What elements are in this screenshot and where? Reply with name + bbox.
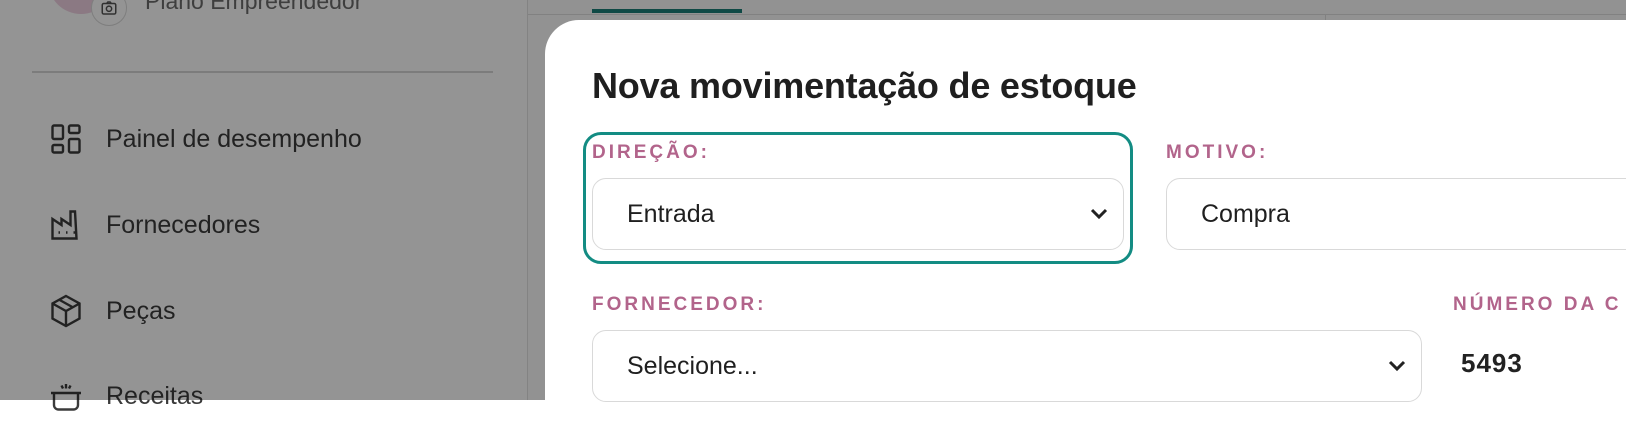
supplier-placeholder: Selecione... — [627, 351, 758, 380]
direction-label: DIREÇÃO: — [592, 142, 710, 163]
invoice-number-label: NÚMERO DA C — [1453, 294, 1622, 315]
supplier-label: FORNECEDOR: — [592, 294, 767, 315]
reason-label: MOTIVO: — [1166, 142, 1269, 163]
reason-select[interactable]: Compra — [1166, 178, 1626, 250]
chevron-down-icon — [1388, 360, 1406, 372]
supplier-select[interactable]: Selecione... — [592, 330, 1422, 402]
invoice-number-input[interactable]: 5493 — [1461, 348, 1523, 379]
reason-value: Compra — [1201, 199, 1290, 228]
direction-select[interactable]: Entrada — [592, 178, 1124, 250]
stock-movement-modal: Nova movimentação de estoque DIREÇÃO: En… — [545, 20, 1626, 440]
direction-value: Entrada — [627, 199, 715, 228]
chevron-down-icon — [1090, 208, 1108, 220]
modal-title: Nova movimentação de estoque — [592, 65, 1137, 106]
